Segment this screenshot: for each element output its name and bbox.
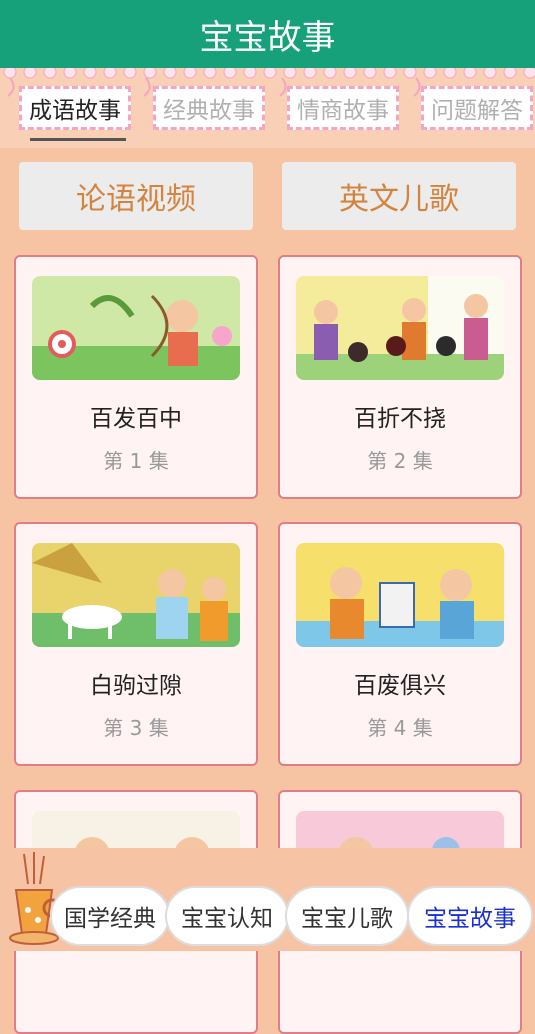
story-title: 百发百中 xyxy=(90,406,182,432)
active-tab-indicator xyxy=(30,138,126,141)
tab-chengyu[interactable]: 成语故事 xyxy=(19,86,131,130)
episode-label: 第 2 集 xyxy=(367,449,433,473)
episode-label: 第 4 集 xyxy=(367,716,433,740)
story-card[interactable]: 白驹过隙 第 3 集 xyxy=(14,522,258,766)
story-title: 百折不挠 xyxy=(354,406,446,432)
story-card[interactable]: 百废俱兴 第 4 集 xyxy=(278,522,522,766)
story-thumbnail xyxy=(296,543,504,647)
nav-guoxue[interactable]: 国学经典 xyxy=(50,886,170,946)
page-title: 宝宝故事 xyxy=(199,17,336,58)
english-songs-button[interactable]: 英文儿歌 xyxy=(282,162,516,230)
story-title: 百废俱兴 xyxy=(354,673,446,699)
story-thumbnail xyxy=(32,276,240,380)
nav-gushi[interactable]: 宝宝故事 xyxy=(407,886,533,946)
app-header: 宝宝故事 xyxy=(0,0,535,68)
nav-renzhi[interactable]: 宝宝认知 xyxy=(165,886,289,946)
tab-jingdian[interactable]: 经典故事 xyxy=(153,86,265,130)
story-card[interactable]: 百折不挠 第 2 集 xyxy=(278,255,522,499)
story-title: 白驹过隙 xyxy=(90,673,182,699)
lunyu-video-button[interactable]: 论语视频 xyxy=(19,162,253,230)
bottom-navigation: 国学经典 宝宝认知 宝宝儿歌 宝宝故事 xyxy=(0,848,535,951)
tab-qingshang[interactable]: 情商故事 xyxy=(287,86,399,130)
episode-label: 第 1 集 xyxy=(103,449,169,473)
story-thumbnail xyxy=(32,543,240,647)
category-tab-bar: 成语故事 经典故事 情商故事 问题解答 xyxy=(0,68,535,148)
nav-erge[interactable]: 宝宝儿歌 xyxy=(285,886,409,946)
episode-label: 第 3 集 xyxy=(103,716,169,740)
story-thumbnail xyxy=(296,276,504,380)
tab-wenti[interactable]: 问题解答 xyxy=(421,86,533,130)
story-card[interactable]: 百发百中 第 1 集 xyxy=(14,255,258,499)
